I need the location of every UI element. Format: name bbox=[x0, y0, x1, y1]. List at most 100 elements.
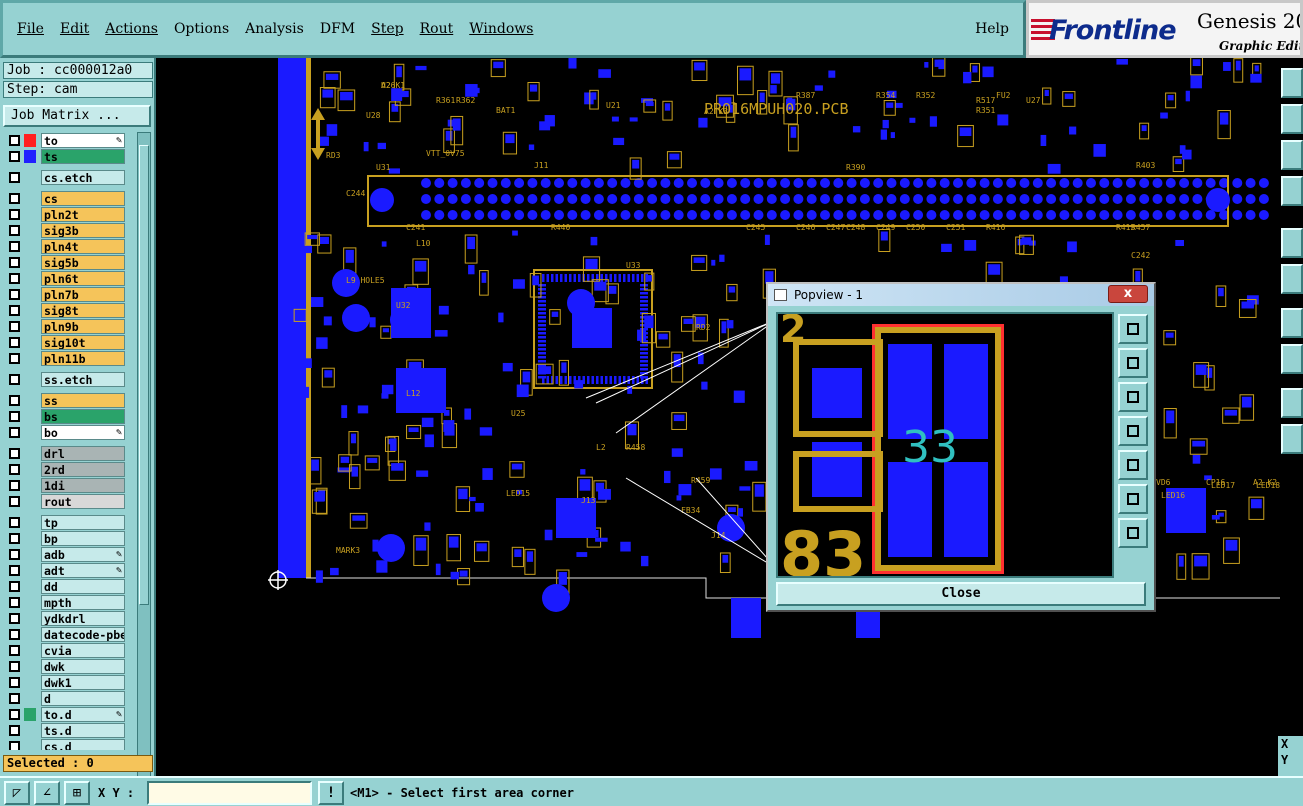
layer-checkbox[interactable] bbox=[9, 426, 20, 438]
layer-checkbox[interactable] bbox=[9, 336, 20, 348]
layer-checkbox[interactable] bbox=[9, 612, 20, 624]
layer-row-adt[interactable]: adt ✎ bbox=[3, 562, 133, 578]
popview-titlebar[interactable]: Popview - 1 x bbox=[768, 284, 1154, 306]
layer-checkbox[interactable] bbox=[9, 740, 20, 750]
layer-checkbox[interactable] bbox=[9, 708, 20, 720]
menu-actions[interactable]: Actions bbox=[97, 21, 166, 37]
layer-checkbox[interactable] bbox=[9, 548, 20, 560]
layer-name[interactable]: cs.d bbox=[41, 738, 125, 750]
layer-row-to.d[interactable]: to.d ✎ bbox=[3, 706, 133, 722]
layer-name[interactable]: pln6t bbox=[41, 270, 125, 286]
layer-row-pln9b[interactable]: pln9b bbox=[3, 318, 133, 334]
layer-checkbox[interactable] bbox=[9, 134, 20, 146]
layer-name[interactable]: ss.etch bbox=[41, 371, 125, 387]
layer-name[interactable]: ts bbox=[41, 148, 125, 164]
layer-row-sig8t[interactable]: sig8t bbox=[3, 302, 133, 318]
layer-checkbox[interactable] bbox=[9, 304, 20, 316]
layer-name[interactable]: datecode-pbe bbox=[41, 626, 125, 642]
layer-checkbox[interactable] bbox=[9, 564, 20, 576]
layer-scroll-thumb[interactable] bbox=[139, 145, 149, 605]
layer-name[interactable]: dd bbox=[41, 578, 125, 594]
layer-row-ts.d[interactable]: ts.d bbox=[3, 722, 133, 738]
layer-name[interactable]: rout bbox=[41, 493, 125, 509]
layer-checkbox[interactable] bbox=[9, 150, 20, 162]
menu-dfm[interactable]: DFM bbox=[312, 21, 363, 37]
info-icon[interactable] bbox=[1281, 388, 1303, 418]
layer-name[interactable]: cs bbox=[41, 190, 125, 206]
layer-checkbox[interactable] bbox=[9, 394, 20, 406]
layer-name[interactable]: sig3b bbox=[41, 222, 125, 238]
layer-checkbox[interactable] bbox=[9, 224, 20, 236]
menu-file[interactable]: File bbox=[9, 21, 52, 37]
popview-left-icon[interactable] bbox=[1118, 416, 1148, 446]
layer-row-ydkdrl[interactable]: ydkdrl bbox=[3, 610, 133, 626]
layer-row-sig3b[interactable]: sig3b bbox=[3, 222, 133, 238]
layer-name[interactable]: 2rd bbox=[41, 461, 125, 477]
select-icon[interactable] bbox=[1281, 228, 1303, 258]
menu-step[interactable]: Step bbox=[363, 21, 411, 37]
layer-name[interactable]: adt ✎ bbox=[41, 562, 125, 578]
layer-row-tp[interactable]: tp bbox=[3, 514, 133, 530]
layer-name[interactable]: 1di bbox=[41, 477, 125, 493]
layer-row-cs.etch[interactable]: cs.etch bbox=[3, 169, 133, 185]
layer-row-d[interactable]: d bbox=[3, 690, 133, 706]
layer-checkbox[interactable] bbox=[9, 272, 20, 284]
layer-name[interactable]: tp bbox=[41, 514, 125, 530]
zoom-out-icon[interactable] bbox=[1281, 104, 1303, 134]
xy-input[interactable] bbox=[147, 781, 312, 805]
layer-checkbox[interactable] bbox=[9, 463, 20, 475]
layer-name[interactable]: pln4t bbox=[41, 238, 125, 254]
ruler-icon[interactable] bbox=[1281, 344, 1303, 374]
layer-name[interactable]: ydkdrl bbox=[41, 610, 125, 626]
layer-checkbox[interactable] bbox=[9, 516, 20, 528]
layer-name[interactable]: ts.d bbox=[41, 722, 125, 738]
layer-row-dwk1[interactable]: dwk1 bbox=[3, 674, 133, 690]
layer-row-pln6t[interactable]: pln6t bbox=[3, 270, 133, 286]
layer-checkbox[interactable] bbox=[9, 628, 20, 640]
layer-checkbox[interactable] bbox=[9, 676, 20, 688]
grid-mode-icon[interactable]: ⊞ bbox=[64, 781, 90, 805]
layer-checkbox[interactable] bbox=[9, 532, 20, 544]
layer-row-rout[interactable]: rout bbox=[3, 493, 133, 509]
layer-row-dwk[interactable]: dwk bbox=[3, 658, 133, 674]
layer-name[interactable]: sig8t bbox=[41, 302, 125, 318]
menu-windows[interactable]: Windows bbox=[461, 21, 541, 37]
layer-row-cs[interactable]: cs bbox=[3, 190, 133, 206]
popview-up-icon[interactable] bbox=[1118, 348, 1148, 378]
layer-checkbox[interactable] bbox=[9, 208, 20, 220]
popview-fit-icon[interactable] bbox=[1118, 484, 1148, 514]
layer-checkbox[interactable] bbox=[9, 352, 20, 364]
layer-checkbox[interactable] bbox=[9, 660, 20, 672]
layer-checkbox[interactable] bbox=[9, 410, 20, 422]
layer-name[interactable]: pln2t bbox=[41, 206, 125, 222]
menu-analysis[interactable]: Analysis bbox=[237, 21, 312, 37]
layer-row-to[interactable]: to ✎ bbox=[3, 132, 133, 148]
popview-close-button[interactable]: Close bbox=[776, 582, 1146, 606]
layer-row-bp[interactable]: bp bbox=[3, 530, 133, 546]
layer-row-pln2t[interactable]: pln2t bbox=[3, 206, 133, 222]
layer-row-dd[interactable]: dd bbox=[3, 578, 133, 594]
layer-name[interactable]: pln9b bbox=[41, 318, 125, 334]
layer-checkbox[interactable] bbox=[9, 373, 20, 385]
pan-icon[interactable] bbox=[1281, 140, 1303, 170]
layer-name[interactable]: to.d ✎ bbox=[41, 706, 125, 722]
job-matrix-button[interactable]: Job Matrix ... bbox=[3, 105, 151, 127]
layer-checkbox[interactable] bbox=[9, 580, 20, 592]
menu-edit[interactable]: Edit bbox=[52, 21, 97, 37]
snap-icon[interactable] bbox=[1281, 264, 1303, 294]
layer-row-ts[interactable]: ts bbox=[3, 148, 133, 164]
layer-checkbox[interactable] bbox=[9, 724, 20, 736]
layer-name[interactable]: mpth bbox=[41, 594, 125, 610]
layer-name[interactable]: to ✎ bbox=[41, 132, 125, 148]
layer-name[interactable]: bo ✎ bbox=[41, 424, 125, 440]
warning-icon[interactable]: ! bbox=[318, 781, 344, 805]
zoom-home-icon[interactable] bbox=[1281, 176, 1303, 206]
layer-name[interactable]: adb ✎ bbox=[41, 546, 125, 562]
popview-zoom-view[interactable]: 2 83 33 bbox=[776, 312, 1114, 578]
layer-checkbox[interactable] bbox=[9, 171, 20, 183]
layer-checkbox[interactable] bbox=[9, 495, 20, 507]
layer-name[interactable]: bp bbox=[41, 530, 125, 546]
menu-help[interactable]: Help bbox=[975, 21, 1009, 37]
layer-checkbox[interactable] bbox=[9, 479, 20, 491]
layer-row-mpth[interactable]: mpth bbox=[3, 594, 133, 610]
